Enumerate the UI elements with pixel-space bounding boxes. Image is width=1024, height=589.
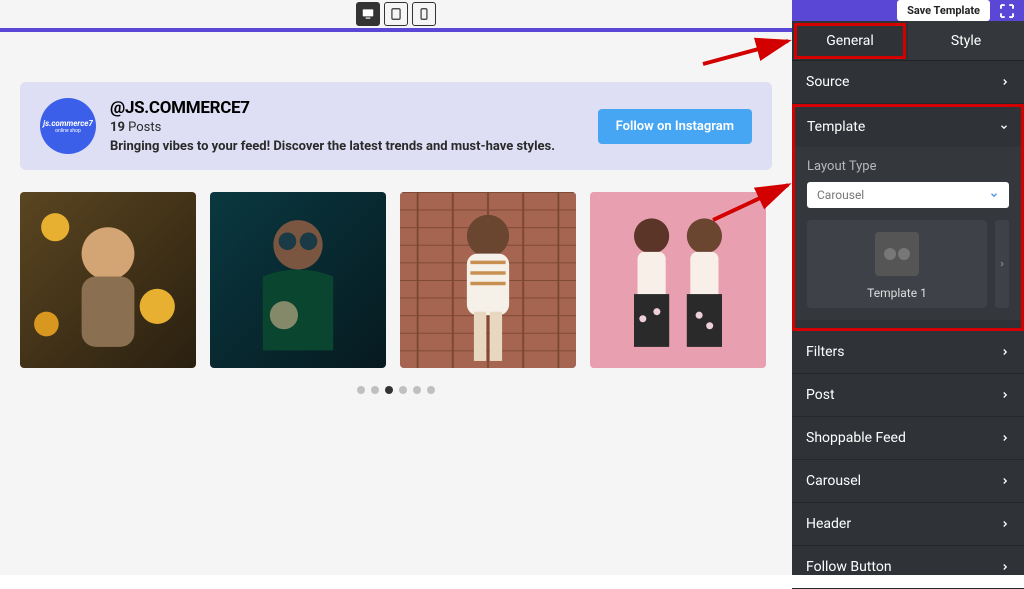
accordion-source[interactable]: Source: [792, 61, 1024, 104]
desktop-device-button[interactable]: [356, 2, 380, 26]
chevron-right-icon: [1000, 347, 1010, 357]
accordion-label: Carousel: [806, 473, 861, 489]
account-handle: @JS.COMMERCE7: [110, 98, 584, 118]
tab-general[interactable]: General: [792, 21, 908, 61]
instagram-header-card: js.commerce7 online shop @JS.COMMERCE7 1…: [20, 82, 772, 170]
carousel: [20, 192, 772, 368]
template-preview-row: Template 1: [807, 220, 1009, 308]
main-preview-area: js.commerce7 online shop @JS.COMMERCE7 1…: [0, 0, 792, 575]
carousel-slide[interactable]: [400, 192, 576, 368]
chevron-right-icon: [1000, 476, 1010, 486]
tabs: General Style: [792, 21, 1024, 61]
tablet-device-button[interactable]: [384, 2, 408, 26]
template-card[interactable]: Template 1: [807, 220, 987, 308]
device-toolbar: [0, 0, 792, 28]
tabs-wrapper: General Style: [792, 21, 1024, 61]
carousel-slide[interactable]: [20, 192, 196, 368]
accordion-label: Template: [807, 119, 865, 135]
accordion-label: Post: [806, 387, 835, 403]
chevron-right-icon: [998, 260, 1006, 268]
accordion-label: Follow Button: [806, 559, 892, 575]
carousel-dots: [20, 386, 772, 394]
content-area: js.commerce7 online shop @JS.COMMERCE7 1…: [0, 32, 792, 575]
carousel-dot[interactable]: [385, 386, 393, 394]
template-thumb: [875, 232, 919, 276]
tab-style[interactable]: Style: [908, 21, 1024, 61]
carousel-dot[interactable]: [413, 386, 421, 394]
chevron-right-icon: [1000, 77, 1010, 87]
chevron-right-icon: [1000, 390, 1010, 400]
chevron-down-icon: [989, 190, 999, 200]
template-name: Template 1: [815, 286, 979, 300]
follow-button[interactable]: Follow on Instagram: [598, 109, 752, 144]
accordion-label: Filters: [806, 344, 845, 360]
select-value: Carousel: [817, 188, 864, 202]
chevron-right-icon: [1000, 562, 1010, 572]
accordion-label: Source: [806, 74, 849, 90]
accordion-header[interactable]: Header: [792, 503, 1024, 546]
accordion-filters[interactable]: Filters: [792, 331, 1024, 374]
carousel-dot[interactable]: [357, 386, 365, 394]
template-next-button[interactable]: [995, 220, 1009, 308]
carousel-slide[interactable]: [590, 192, 766, 368]
mobile-device-button[interactable]: [412, 2, 436, 26]
layout-type-label: Layout Type: [807, 159, 1009, 174]
card-body: @JS.COMMERCE7 19 Posts Bringing vibes to…: [110, 98, 584, 154]
avatar: js.commerce7 online shop: [40, 98, 96, 154]
save-template-button[interactable]: Save Template: [897, 0, 990, 21]
carousel-slide[interactable]: [210, 192, 386, 368]
sidebar-header: Save Template: [792, 0, 1024, 21]
carousel-dot[interactable]: [427, 386, 435, 394]
layout-type-select[interactable]: Carousel: [807, 182, 1009, 208]
accordion-carousel[interactable]: Carousel: [792, 460, 1024, 503]
accordion-post[interactable]: Post: [792, 374, 1024, 417]
avatar-sub: online shop: [55, 128, 81, 134]
template-body: Layout Type Carousel Template 1: [795, 147, 1021, 320]
accordion-label: Shoppable Feed: [806, 430, 906, 446]
chevron-down-icon: [999, 122, 1009, 132]
chevron-right-icon: [1000, 519, 1010, 529]
accordion-follow-button[interactable]: Follow Button: [792, 546, 1024, 589]
template-section-highlighted: Template Layout Type Carousel Template 1: [792, 104, 1024, 331]
settings-sidebar: Save Template General Style Source Templ…: [792, 0, 1024, 575]
accordion-template[interactable]: Template: [795, 107, 1021, 147]
accordion-label: Header: [806, 516, 851, 532]
fullscreen-icon[interactable]: [998, 2, 1016, 20]
accordion-shoppable-feed[interactable]: Shoppable Feed: [792, 417, 1024, 460]
post-count: 19 Posts: [110, 120, 584, 135]
chevron-right-icon: [1000, 433, 1010, 443]
avatar-text: js.commerce7: [43, 119, 93, 128]
carousel-dot[interactable]: [399, 386, 407, 394]
account-bio: Bringing vibes to your feed! Discover th…: [110, 139, 570, 154]
carousel-dot[interactable]: [371, 386, 379, 394]
